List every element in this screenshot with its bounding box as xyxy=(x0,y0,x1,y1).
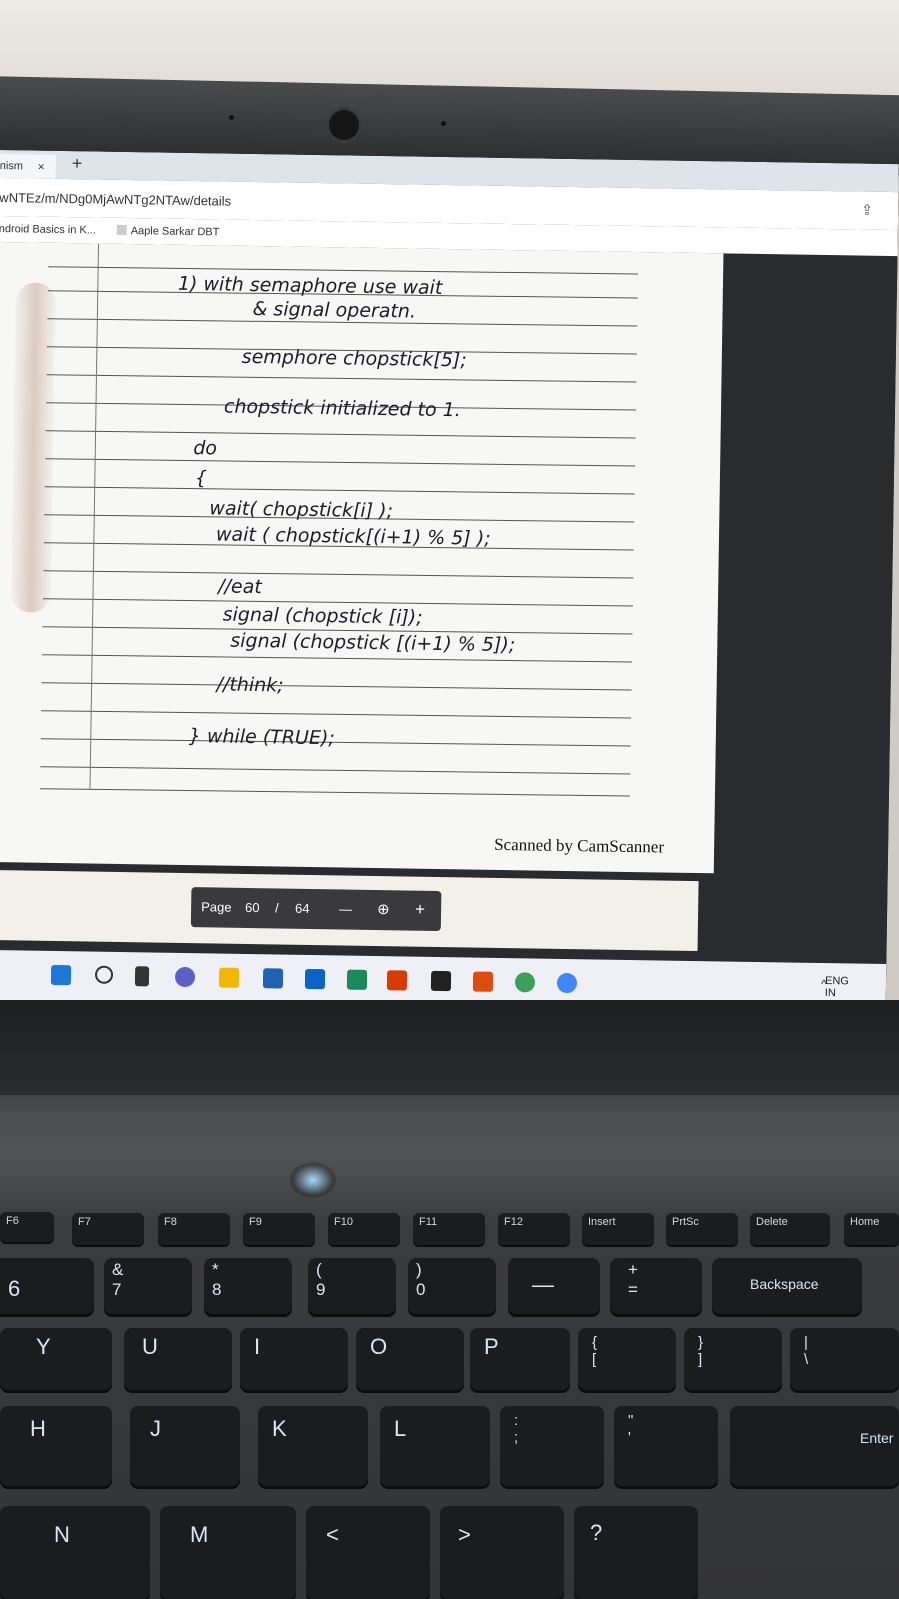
tab-close-icon[interactable]: × xyxy=(38,155,45,179)
powerpoint-icon[interactable] xyxy=(472,971,494,992)
key-enter[interactable]: Enter xyxy=(730,1406,899,1486)
page-separator: / xyxy=(275,900,279,916)
key-insert[interactable]: Insert xyxy=(582,1213,654,1245)
bookmark-label: ndroid Basics in K... xyxy=(0,222,97,237)
zoom-fit-icon[interactable]: ⊕ xyxy=(377,900,390,918)
key-p[interactable]: P xyxy=(470,1328,570,1390)
chrome-icon[interactable] xyxy=(556,972,578,994)
key-f11[interactable]: F11 xyxy=(413,1213,485,1245)
page-label: Page xyxy=(201,899,232,915)
app-dark-icon[interactable] xyxy=(430,970,452,992)
key-8[interactable]: * 8 xyxy=(204,1258,292,1314)
ruled-lines xyxy=(39,243,639,797)
search-icon[interactable] xyxy=(94,965,114,984)
key-i[interactable]: I xyxy=(240,1328,348,1390)
key-equals[interactable]: + = xyxy=(610,1258,702,1314)
current-page-input[interactable]: 60 xyxy=(245,900,260,915)
pdf-viewer[interactable]: 1) with semaphore use wait & signal oper… xyxy=(0,241,898,977)
zoom-in-button[interactable]: + xyxy=(415,900,425,920)
key-9[interactable]: ( 9 xyxy=(308,1258,396,1314)
key-period[interactable]: > xyxy=(440,1506,564,1599)
key-u[interactable]: U xyxy=(124,1328,232,1390)
language-code: ENG xyxy=(824,975,849,988)
camera-sensor-right xyxy=(441,121,446,126)
key-bracket-right[interactable]: } ] xyxy=(684,1328,782,1390)
app-l-icon[interactable] xyxy=(346,969,368,990)
handwritten-line: //think; xyxy=(216,673,284,697)
key-j[interactable]: J xyxy=(130,1406,240,1486)
handwritten-line: & signal operatn. xyxy=(252,297,417,323)
handwritten-line: wait( chopstick[i] ); xyxy=(209,497,394,523)
key-slash[interactable]: ? xyxy=(574,1506,698,1599)
bookmark-aaple-sarkar[interactable]: Aaple Sarkar DBT xyxy=(116,224,220,239)
key-n[interactable]: N xyxy=(0,1506,150,1599)
key-f12[interactable]: F12 xyxy=(498,1213,570,1245)
pdf-page-toolbar: Page 60 / 64 — ⊕ + xyxy=(190,887,442,932)
new-tab-button[interactable]: + xyxy=(72,153,83,174)
handwritten-line: chopstick initialized to 1. xyxy=(223,395,461,422)
key-6[interactable]: 6 xyxy=(0,1258,94,1314)
zoom-out-button[interactable]: — xyxy=(339,901,352,916)
key-o[interactable]: O xyxy=(356,1328,464,1390)
key-minus[interactable]: — xyxy=(508,1258,600,1314)
key-comma[interactable]: < xyxy=(306,1506,430,1599)
bookmark-favicon-icon xyxy=(116,224,127,236)
chat-icon[interactable] xyxy=(174,966,196,988)
handwritten-line: 1) with semaphore use wait xyxy=(177,272,443,299)
handwritten-line: } while (TRUE); xyxy=(188,725,335,750)
task-view-icon[interactable] xyxy=(134,966,150,987)
office-icon[interactable] xyxy=(386,970,408,991)
start-windows-icon[interactable] xyxy=(50,964,72,986)
handwritten-line: { xyxy=(194,467,208,490)
handwritten-line: //eat xyxy=(217,575,262,599)
handwritten-line: semphore chopstick[5]; xyxy=(241,345,467,372)
camera-sensor-left xyxy=(229,115,234,120)
key-home[interactable]: Home xyxy=(844,1213,899,1245)
key-f6[interactable]: F6 xyxy=(0,1212,54,1242)
key-prtsc[interactable]: PrtSc xyxy=(666,1213,738,1245)
bookmark-label: Aaple Sarkar DBT xyxy=(130,225,220,239)
torrent-icon[interactable] xyxy=(514,972,536,993)
handwritten-line: signal (chopstick [i]); xyxy=(222,603,423,629)
key-m[interactable]: M xyxy=(160,1506,296,1599)
webcam xyxy=(326,107,362,143)
handwritten-line: signal (chopstick [(i+1) % 5]); xyxy=(230,629,516,657)
power-button[interactable] xyxy=(290,1162,336,1198)
key-delete[interactable]: Delete xyxy=(750,1213,830,1245)
laptop-screen: nism × + wNTEz/m/NDg0MjAwNTg2NTAw/detail… xyxy=(0,150,899,1025)
file-explorer-icon[interactable] xyxy=(218,967,240,988)
key-f9[interactable]: F9 xyxy=(243,1213,315,1245)
key-f7[interactable]: F7 xyxy=(72,1213,144,1245)
total-pages: 64 xyxy=(295,900,310,916)
mail-icon[interactable] xyxy=(304,968,326,990)
url-text[interactable]: wNTEz/m/NDg0MjAwNTg2NTAw/details xyxy=(0,190,231,209)
share-icon[interactable]: ⇪ xyxy=(861,202,873,219)
key-h[interactable]: H xyxy=(0,1406,112,1486)
handwritten-line: wait ( chopstick[(i+1) % 5] ); xyxy=(215,523,491,550)
region-code: IN xyxy=(824,987,836,1000)
laptop-hinge xyxy=(0,1000,899,1095)
key-7[interactable]: & 7 xyxy=(104,1258,192,1314)
key-bracket-left[interactable]: { [ xyxy=(578,1328,676,1390)
key-y[interactable]: Y xyxy=(0,1328,112,1390)
tab-title: nism xyxy=(0,159,24,173)
key-0[interactable]: ) 0 xyxy=(408,1258,496,1314)
bookmark-android-basics[interactable]: ndroid Basics in K... xyxy=(0,223,96,237)
scanner-watermark: Scanned by CamScanner xyxy=(494,834,665,857)
key-quote[interactable]: " ' xyxy=(614,1406,718,1486)
key-l[interactable]: L xyxy=(380,1406,490,1486)
key-backspace[interactable]: Backspace xyxy=(712,1258,862,1314)
key-backslash[interactable]: | \ xyxy=(790,1328,899,1390)
key-f8[interactable]: F8 xyxy=(158,1213,230,1245)
scanned-page: 1) with semaphore use wait & signal oper… xyxy=(0,241,724,874)
language-indicator[interactable]: ENG IN xyxy=(825,975,849,999)
key-semicolon[interactable]: : ; xyxy=(500,1406,604,1486)
key-f10[interactable]: F10 xyxy=(328,1213,400,1245)
key-k[interactable]: K xyxy=(258,1406,368,1486)
handwritten-line: do xyxy=(193,437,218,460)
browser-tab[interactable]: nism × xyxy=(0,153,56,179)
store-icon[interactable] xyxy=(262,968,284,989)
